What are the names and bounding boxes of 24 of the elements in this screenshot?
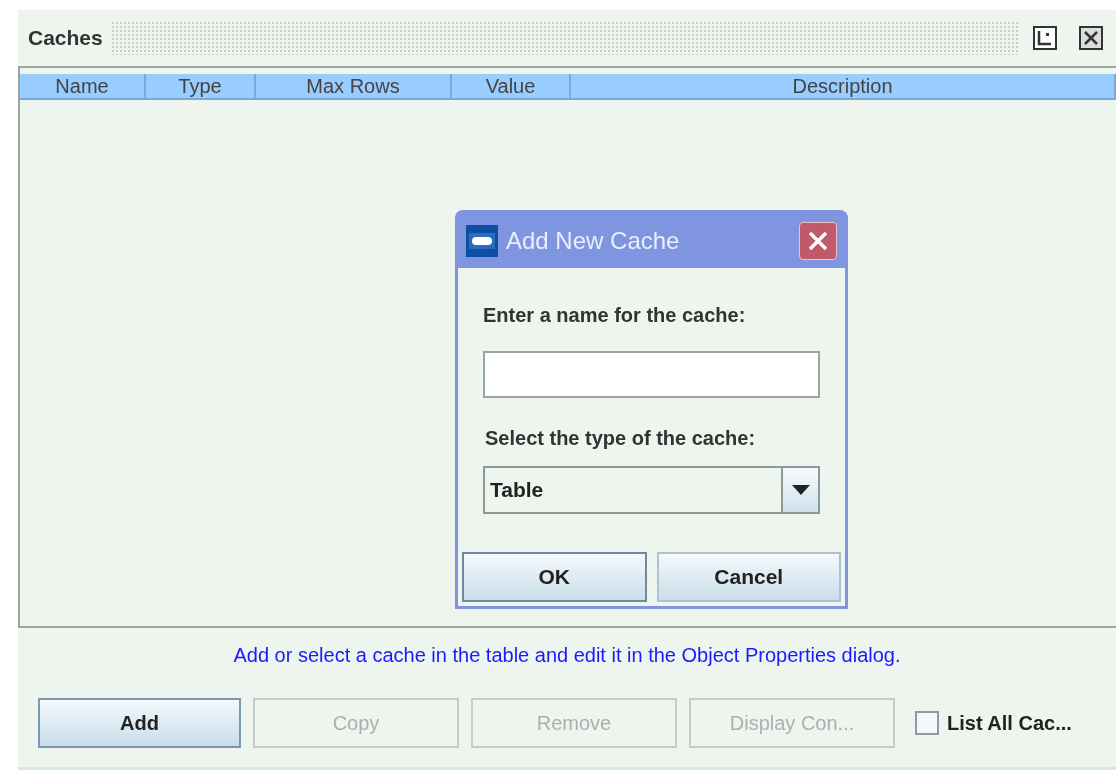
action-button[interactable]: Add xyxy=(38,698,241,748)
field-label: Select the type of the cache: xyxy=(485,426,757,451)
app-logo-icon xyxy=(466,224,498,257)
close-icon xyxy=(807,229,829,252)
checkbox-label[interactable]: List All Cac... xyxy=(947,708,1072,738)
dialog-button[interactable]: Cancel xyxy=(656,552,841,602)
dialog-title: Add New Cache xyxy=(506,225,681,256)
panel-title: Caches xyxy=(28,25,103,52)
title-bar-grip[interactable] xyxy=(110,21,1018,55)
close-icon[interactable] xyxy=(1078,25,1104,51)
name-input[interactable] xyxy=(483,351,820,398)
column-header[interactable]: Name xyxy=(20,74,146,98)
column-header[interactable]: Description xyxy=(571,74,1116,98)
checkbox[interactable] xyxy=(915,711,939,735)
type-dropdown[interactable]: Table xyxy=(483,466,820,514)
column-header[interactable]: Max Rows xyxy=(256,74,452,98)
field-label: Enter a name for the cache: xyxy=(483,303,747,328)
column-header[interactable]: Type xyxy=(146,74,256,98)
restore-icon[interactable] xyxy=(1032,25,1058,51)
caret-icon xyxy=(791,485,810,495)
hint-text: Add or select a cache in the table and edit it in the Object Properties dialog. xyxy=(232,643,902,668)
column-header[interactable]: Value xyxy=(452,74,571,98)
close-button[interactable] xyxy=(799,221,837,260)
dialog-button[interactable]: OK xyxy=(462,552,647,602)
